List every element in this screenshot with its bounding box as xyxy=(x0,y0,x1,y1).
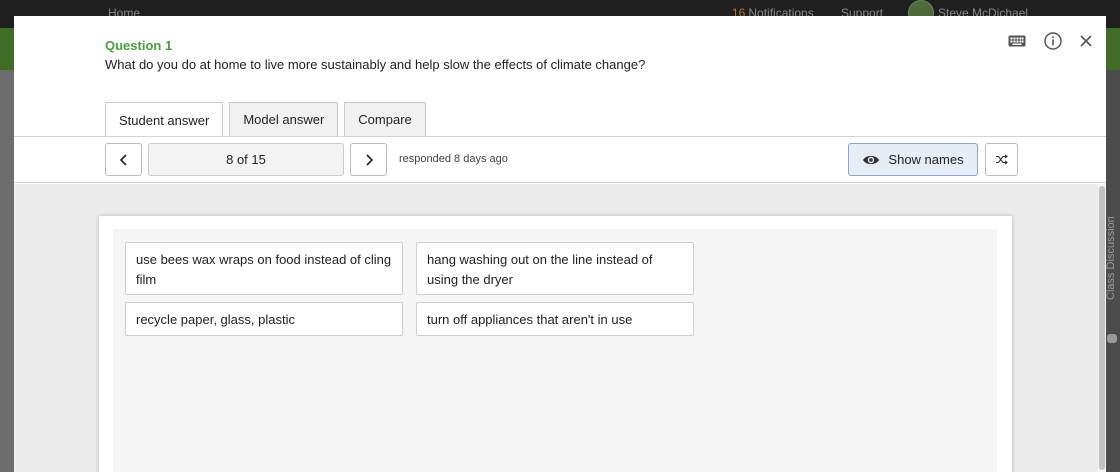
close-icon[interactable] xyxy=(1080,35,1092,47)
answer-item[interactable]: use bees wax wraps on food instead of cl… xyxy=(125,242,403,295)
answers-card: use bees wax wraps on food instead of cl… xyxy=(99,216,1012,472)
response-counter: 8 of 15 xyxy=(148,143,344,176)
background-left-area xyxy=(0,70,14,472)
keyboard-icon[interactable] xyxy=(1008,35,1026,47)
show-names-label: Show names xyxy=(888,152,964,167)
chat-bubble-icon xyxy=(1107,334,1117,343)
tab-student-answer[interactable]: Student answer xyxy=(105,102,224,137)
question-text: What do you do at home to live more sust… xyxy=(105,57,646,72)
answer-item[interactable]: recycle paper, glass, plastic xyxy=(125,302,403,336)
answer-tabs: Student answer Model answer Compare xyxy=(105,102,426,137)
content-scrollbar[interactable] xyxy=(1098,184,1106,472)
modal-toolbar xyxy=(1008,32,1092,50)
tab-compare[interactable]: Compare xyxy=(344,102,426,136)
class-discussion-panel: Class Discussion xyxy=(1104,70,1120,472)
chevron-left-icon xyxy=(119,153,127,166)
answer-item[interactable]: hang washing out on the line instead of … xyxy=(416,242,694,295)
eye-icon xyxy=(863,155,880,164)
answers-board: use bees wax wraps on food instead of cl… xyxy=(113,229,997,472)
question-label: Question 1 xyxy=(105,38,173,53)
previous-button[interactable] xyxy=(105,143,142,176)
chevron-right-icon xyxy=(365,153,373,166)
tab-model-answer[interactable]: Model answer xyxy=(229,102,339,136)
shuffle-icon xyxy=(996,154,1008,165)
response-navigation: 8 of 15 responded 8 days ago Show names xyxy=(14,137,1106,183)
info-icon[interactable] xyxy=(1044,32,1062,50)
shuffle-button[interactable] xyxy=(985,143,1018,176)
answer-item[interactable]: turn off appliances that aren't in use xyxy=(416,302,694,336)
class-discussion-label: Class Discussion xyxy=(1105,216,1117,300)
responded-time: responded 8 days ago xyxy=(399,153,508,165)
show-names-button[interactable]: Show names xyxy=(848,143,978,176)
answer-content-area: use bees wax wraps on food instead of cl… xyxy=(14,184,1106,472)
question-modal: Question 1 What do you do at home to liv… xyxy=(14,16,1106,472)
next-button[interactable] xyxy=(350,143,387,176)
scrollbar-thumb[interactable] xyxy=(1099,186,1105,470)
